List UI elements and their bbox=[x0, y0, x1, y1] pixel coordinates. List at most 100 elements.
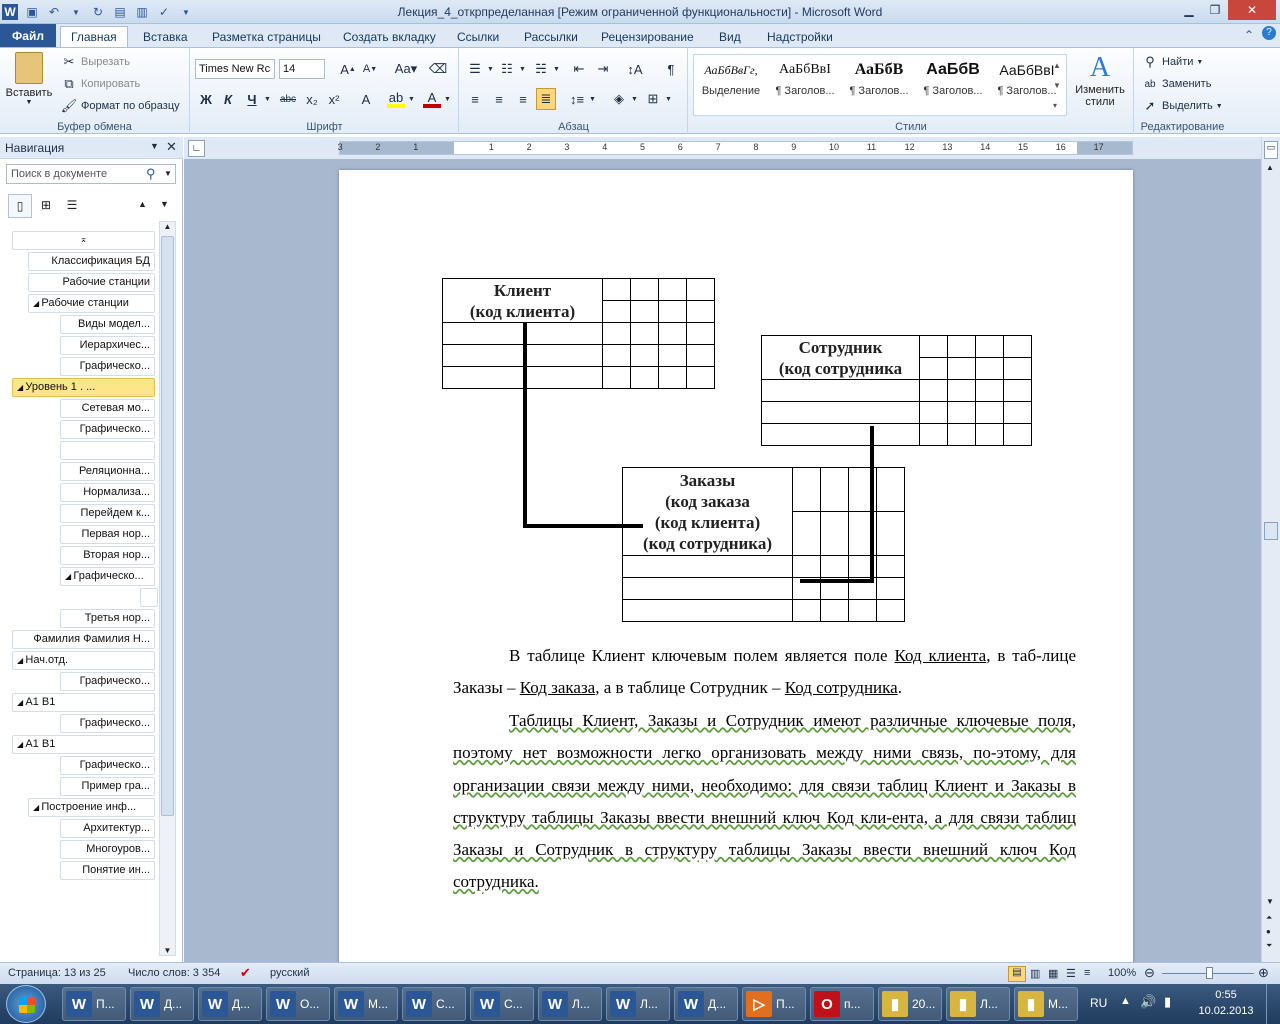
grow-font-button[interactable]: A ▲ bbox=[339, 60, 357, 78]
pane-options-icon[interactable]: ▼ bbox=[150, 141, 159, 151]
format-painter-button[interactable]: 🖌 Формат по образцу bbox=[60, 97, 180, 115]
text-effects-button[interactable]: A bbox=[357, 90, 375, 108]
replace-button[interactable]: ab Заменить bbox=[1141, 75, 1211, 93]
taskbar-button[interactable]: ▮ Л... bbox=[946, 987, 1010, 1021]
clock-date[interactable]: 10.02.2013 bbox=[1194, 1005, 1258, 1017]
start-button[interactable] bbox=[6, 985, 46, 1023]
taskbar-button[interactable]: W Д... bbox=[674, 987, 738, 1021]
full-screen-reading-icon[interactable]: ▥ bbox=[1030, 967, 1040, 980]
gallery-scroll-icon[interactable]: ▲ ▼ ▾ bbox=[1053, 56, 1061, 116]
previous-page-icon[interactable]: ⏶ bbox=[1266, 913, 1272, 923]
nav-item[interactable]: Фамилия Фамилия Н... bbox=[12, 630, 155, 649]
minimize-button[interactable]: ▁ bbox=[1176, 0, 1202, 20]
taskbar-button[interactable]: W Д... bbox=[130, 987, 194, 1021]
nav-item[interactable]: Графическо... bbox=[60, 714, 155, 733]
numbering-button[interactable]: ☷ ▼ bbox=[498, 60, 526, 78]
shrink-font-button[interactable]: A ▼ bbox=[361, 60, 379, 78]
scroll-down-icon[interactable]: ▼ bbox=[160, 946, 175, 955]
find-button[interactable]: ⚲ Найти ▼ bbox=[1141, 53, 1203, 71]
line-spacing-button[interactable]: ↕≡ ▼ bbox=[568, 90, 596, 108]
justify-button[interactable]: ≣ bbox=[536, 88, 556, 110]
nav-item[interactable] bbox=[60, 441, 155, 460]
nav-item[interactable]: Нормализа... bbox=[60, 483, 155, 502]
word-count[interactable]: Число слов: 3 354 bbox=[128, 967, 220, 979]
taskbar-button[interactable]: ▮ 20... bbox=[878, 987, 942, 1021]
underline-button[interactable]: Ч ▼ bbox=[243, 90, 271, 108]
change-case-button[interactable]: Aa▾ bbox=[393, 60, 419, 78]
strikethrough-button[interactable]: abc bbox=[279, 90, 297, 108]
zoom-slider-thumb[interactable] bbox=[1206, 967, 1213, 979]
nav-item[interactable]: Виды модел... bbox=[60, 315, 155, 334]
taskbar-button[interactable]: W С... bbox=[470, 987, 534, 1021]
paste-button[interactable]: Вставить ▼ bbox=[4, 52, 54, 116]
multilevel-list-button[interactable]: ☵ ▼ bbox=[532, 60, 560, 78]
nav-scrollbar[interactable]: ▲ ▼ bbox=[159, 221, 176, 956]
tab-file[interactable]: Файл bbox=[0, 24, 56, 47]
nav-item[interactable]: Графическо... bbox=[60, 756, 155, 775]
nav-item[interactable]: Графическо... bbox=[60, 420, 155, 439]
nav-item[interactable]: Третья нор... bbox=[60, 609, 155, 628]
taskbar-button[interactable]: W О... bbox=[266, 987, 330, 1021]
tab-review[interactable]: Рецензирование bbox=[591, 26, 704, 47]
change-styles-button[interactable]: A Изменить стили bbox=[1071, 52, 1129, 108]
browse-object-icon[interactable]: ● bbox=[1266, 927, 1271, 936]
document-scroll-thumb[interactable] bbox=[1264, 522, 1278, 540]
taskbar-button[interactable]: W П... bbox=[62, 987, 126, 1021]
view-ruler-icon[interactable]: ▭ bbox=[1264, 141, 1278, 159]
style-heading-3[interactable]: АаБбВ ¶ Заголов... bbox=[916, 55, 990, 113]
clear-format-button[interactable]: ⌫ bbox=[429, 60, 447, 78]
nav-item[interactable]: Архитектур... bbox=[60, 819, 155, 838]
nav-item[interactable]: Понятие ин... bbox=[60, 861, 155, 880]
results-view-icon[interactable]: ☰ bbox=[60, 194, 84, 218]
document-scrollbar[interactable]: ▭ ▲ ▼ ⏶ ● ⏷ bbox=[1261, 137, 1280, 962]
zoom-in-icon[interactable]: ⊕ bbox=[1258, 965, 1269, 981]
maximize-button[interactable]: ❐ bbox=[1202, 0, 1228, 20]
tray-expand-icon[interactable]: ▲ bbox=[1120, 995, 1131, 1007]
taskbar-button[interactable]: W Л... bbox=[606, 987, 670, 1021]
taskbar-button[interactable]: W С... bbox=[402, 987, 466, 1021]
shading-button[interactable]: ◈ ▼ bbox=[610, 90, 638, 108]
nav-item[interactable]: ◢ Графическо... bbox=[60, 567, 155, 586]
bold-button[interactable]: Ж bbox=[197, 90, 215, 108]
nav-item[interactable]: Графическо... bbox=[60, 672, 155, 691]
taskbar-button[interactable]: ▷ П... bbox=[742, 987, 806, 1021]
print-layout-icon[interactable]: ▤ bbox=[1008, 966, 1026, 982]
tab-mailings[interactable]: Рассылки bbox=[514, 26, 588, 47]
font-color-button[interactable]: A ▼ bbox=[423, 90, 451, 108]
help-icon[interactable]: ? bbox=[1262, 26, 1276, 40]
zoom-level[interactable]: 100% bbox=[1108, 967, 1136, 979]
decrease-indent-button[interactable]: ⇤ bbox=[570, 60, 588, 78]
nav-scroll-thumb[interactable] bbox=[161, 236, 174, 816]
align-right-button[interactable]: ≡ bbox=[514, 90, 532, 108]
input-language[interactable]: RU bbox=[1090, 996, 1107, 1010]
zoom-out-icon[interactable]: ⊖ bbox=[1144, 965, 1155, 981]
nav-item[interactable]: ◢ А1 В1 bbox=[12, 693, 155, 712]
tab-insert[interactable]: Вставка bbox=[133, 26, 198, 47]
style-heading-1[interactable]: АаБбВвI ¶ Заголов... bbox=[768, 55, 842, 113]
nav-item[interactable]: Многоуров... bbox=[60, 840, 155, 859]
tab-view[interactable]: Вид bbox=[709, 26, 751, 47]
web-layout-icon[interactable]: ▦ bbox=[1048, 967, 1058, 980]
nav-item[interactable]: ◢ Нач.отд. bbox=[12, 651, 155, 670]
taskbar-button[interactable]: W М... bbox=[334, 987, 398, 1021]
document-page[interactable]: Клиент (код клиента) Сотрудник (код сотруд… bbox=[339, 170, 1133, 962]
show-desktop-button[interactable] bbox=[1266, 984, 1280, 1024]
network-icon[interactable]: ▮ bbox=[1164, 994, 1171, 1010]
scroll-down-icon[interactable]: ▼ bbox=[1266, 897, 1274, 906]
close-button[interactable]: ✕ bbox=[1228, 0, 1276, 20]
tab-references[interactable]: Ссылки bbox=[447, 26, 509, 47]
nav-item[interactable]: ◢ Уровень 1 . ... bbox=[12, 378, 155, 397]
cut-button[interactable]: ✂ Вырезать bbox=[60, 53, 130, 71]
taskbar-button[interactable]: ▮ М... bbox=[1014, 987, 1078, 1021]
nav-item[interactable]: ◢ А1 В1 bbox=[12, 735, 155, 754]
font-name-select[interactable]: Times New Rc bbox=[195, 59, 275, 79]
nav-item[interactable]: Первая нор... bbox=[60, 525, 155, 544]
nav-item[interactable]: Иерархичес... bbox=[60, 336, 155, 355]
tab-home[interactable]: Главная bbox=[60, 26, 128, 47]
search-icon[interactable]: ⚲ bbox=[146, 166, 156, 182]
nav-item[interactable]: Классификация БД bbox=[28, 252, 155, 271]
taskbar-button[interactable]: W Л... bbox=[538, 987, 602, 1021]
draft-view-icon[interactable]: ≡ bbox=[1084, 967, 1090, 979]
font-size-select[interactable]: 14 bbox=[279, 59, 325, 79]
show-marks-button[interactable]: ¶ bbox=[662, 60, 680, 78]
